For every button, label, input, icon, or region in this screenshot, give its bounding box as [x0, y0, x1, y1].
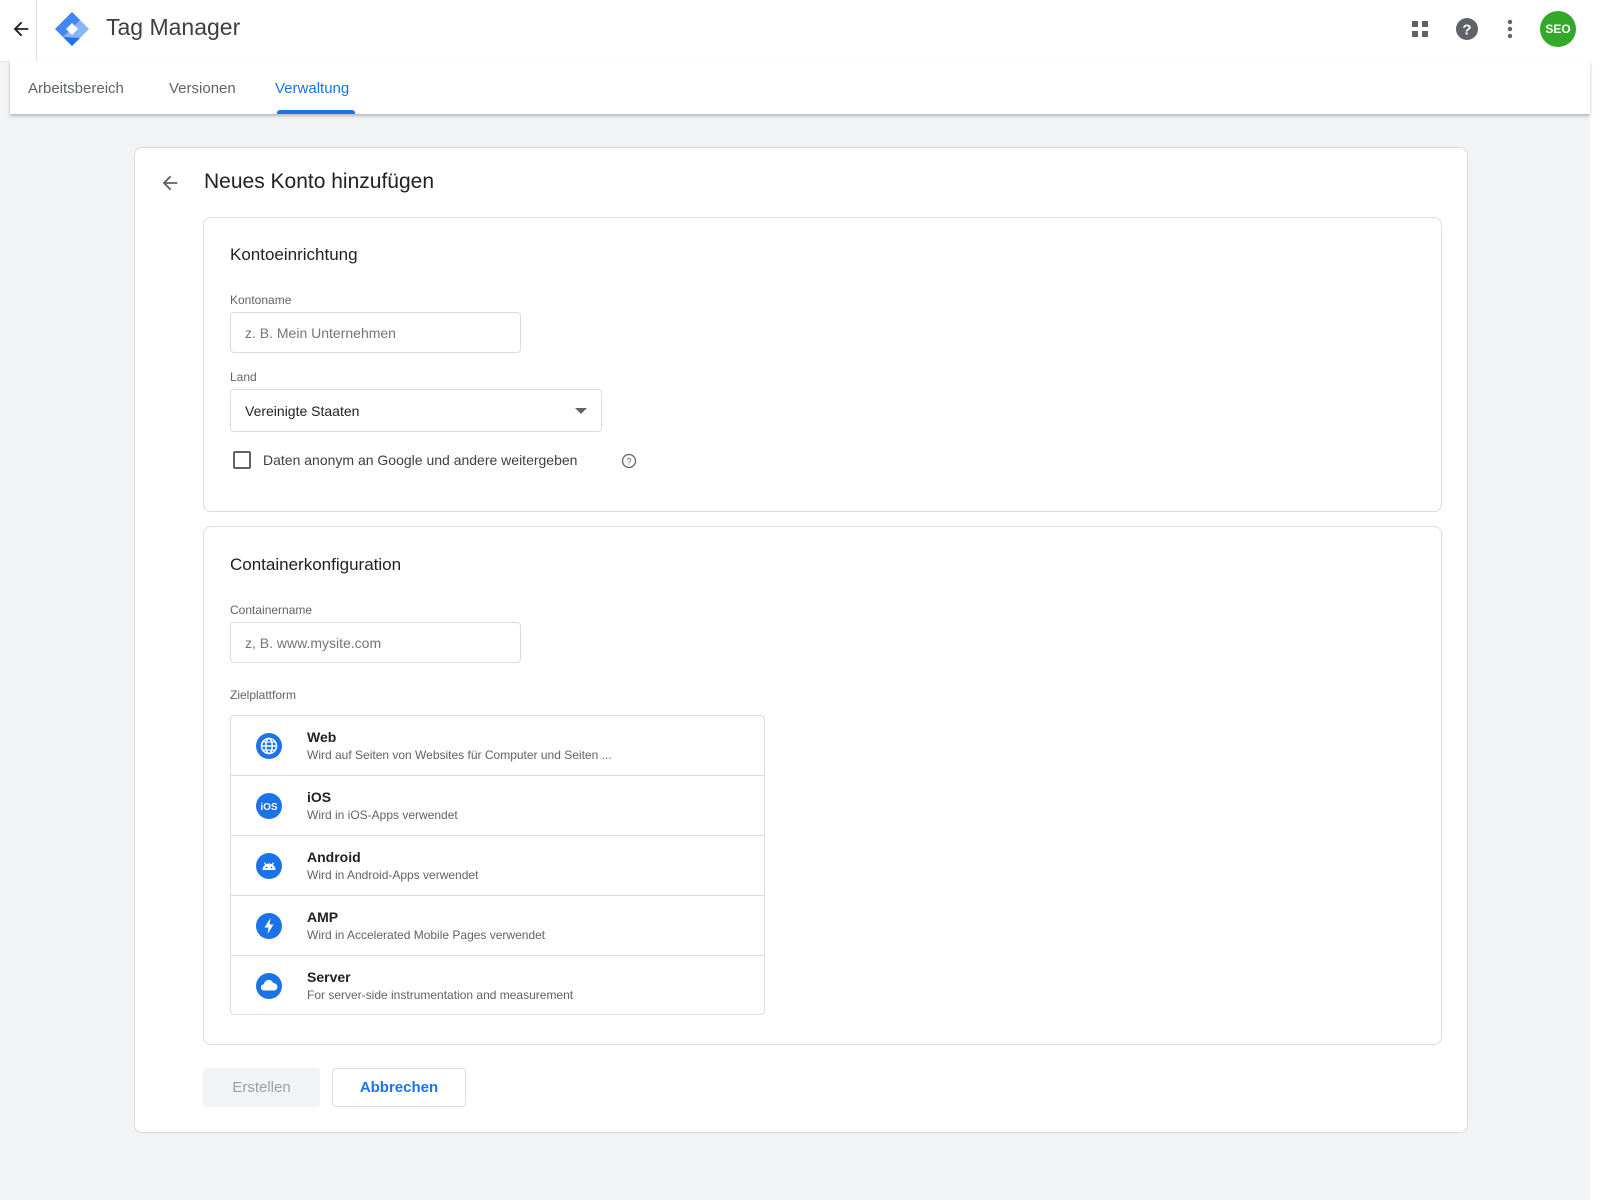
new-account-card: Neues Konto hinzufügen Kontoeinrichtung …	[134, 147, 1468, 1133]
android-icon	[256, 853, 282, 879]
globe-icon	[256, 733, 282, 759]
platform-option-android[interactable]: Android Wird in Android-Apps verwendet	[231, 836, 764, 896]
account-setup-section: Kontoeinrichtung Kontoname z. B. Mein Un…	[203, 217, 1442, 512]
platform-list: Web Wird auf Seiten von Websites für Com…	[230, 715, 765, 1015]
country-select[interactable]: Vereinigte Staaten	[230, 389, 602, 432]
amp-bolt-icon	[256, 913, 282, 939]
share-data-label[interactable]: Daten anonym an Google und andere weiter…	[263, 452, 577, 468]
svg-text:iOS: iOS	[260, 802, 278, 813]
ios-icon: iOS	[256, 793, 282, 819]
nav-tabs: Arbeitsbereich Versionen Verwaltung	[10, 61, 1590, 114]
platform-title: Server	[307, 969, 351, 985]
page-title: Neues Konto hinzufügen	[204, 170, 435, 193]
platform-title: AMP	[307, 909, 339, 925]
svg-text:?: ?	[1462, 22, 1471, 39]
svg-text:?: ?	[626, 457, 631, 467]
tab-verwaltung[interactable]: Verwaltung	[275, 80, 349, 97]
avatar[interactable]: SEO	[1540, 11, 1576, 47]
platform-option-amp[interactable]: AMP Wird in Accelerated Mobile Pages ver…	[231, 896, 764, 956]
platform-description: Wird in Android-Apps verwendet	[307, 868, 479, 882]
target-platform-label: Zielplattform	[230, 688, 297, 702]
platform-description: Wird auf Seiten von Websites für Compute…	[307, 748, 612, 762]
create-button[interactable]: Erstellen	[203, 1068, 320, 1107]
platform-description: Wird in iOS-Apps verwendet	[307, 808, 458, 822]
platform-option-web[interactable]: Web Wird auf Seiten von Websites für Com…	[231, 716, 764, 776]
container-name-input[interactable]: z, B. www.mysite.com	[230, 622, 521, 663]
account-name-input[interactable]: z. B. Mein Unternehmen	[230, 312, 521, 353]
platform-option-ios[interactable]: iOS iOS Wird in iOS-Apps verwendet	[231, 776, 764, 836]
country-value: Vereinigte Staaten	[245, 403, 360, 419]
platform-title: Android	[307, 849, 361, 865]
apps-grid-icon[interactable]	[1406, 15, 1434, 43]
section-title: Containerkonfiguration	[230, 555, 402, 574]
app-title: Tag Manager	[106, 14, 241, 40]
top-bar: Tag Manager ? SEO	[0, 0, 1590, 62]
account-name-placeholder: z. B. Mein Unternehmen	[245, 325, 396, 341]
app-frame: Tag Manager ? SEO Arbeitsbereich Version…	[0, 0, 1590, 1200]
back-arrow-icon[interactable]	[159, 172, 181, 194]
container-name-label: Containername	[230, 603, 313, 617]
divider	[36, 0, 37, 61]
cloud-icon	[256, 973, 282, 999]
share-data-checkbox[interactable]	[233, 451, 251, 469]
more-vert-icon[interactable]	[1496, 15, 1524, 43]
platform-title: iOS	[307, 789, 332, 805]
dropdown-caret-icon	[575, 408, 587, 414]
cancel-button[interactable]: Abbrechen	[332, 1068, 466, 1107]
section-title: Kontoeinrichtung	[230, 245, 358, 264]
account-name-label: Kontoname	[230, 293, 292, 307]
platform-title: Web	[307, 729, 337, 745]
help-icon[interactable]: ?	[1453, 15, 1481, 43]
help-circle-icon[interactable]: ?	[621, 453, 637, 469]
platform-description: For server-side instrumentation and meas…	[307, 988, 574, 1002]
tab-arbeitsbereich[interactable]: Arbeitsbereich	[28, 80, 124, 97]
back-arrow-icon[interactable]	[10, 18, 32, 40]
country-label: Land	[230, 370, 257, 384]
platform-description: Wird in Accelerated Mobile Pages verwend…	[307, 928, 546, 942]
platform-option-server[interactable]: Server For server-side instrumentation a…	[231, 956, 764, 1014]
tag-manager-logo-icon[interactable]	[53, 10, 91, 48]
tab-versionen[interactable]: Versionen	[169, 80, 236, 97]
active-tab-indicator	[277, 110, 355, 114]
container-name-placeholder: z, B. www.mysite.com	[245, 635, 382, 651]
container-setup-section: Containerkonfiguration Containername z, …	[203, 526, 1442, 1045]
